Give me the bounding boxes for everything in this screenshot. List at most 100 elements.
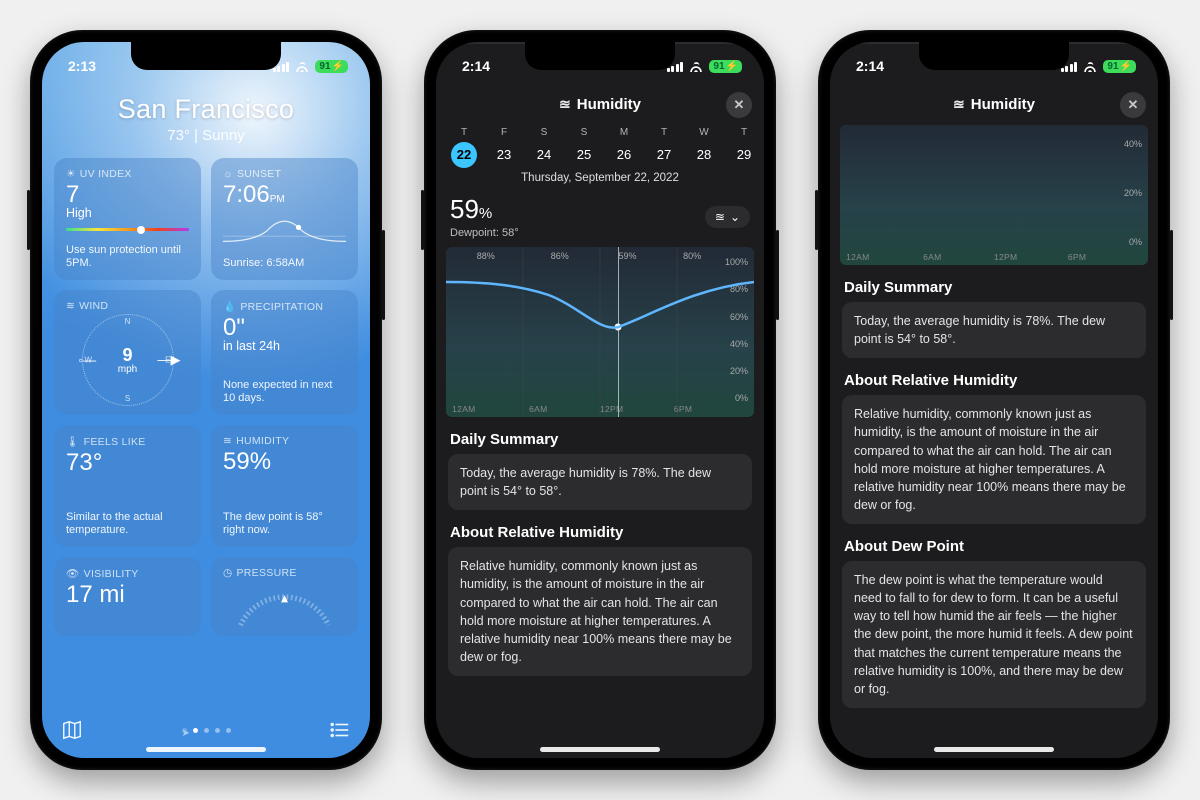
x-tick: 12PM <box>994 252 1017 262</box>
day-column[interactable]: S 24 <box>524 127 564 168</box>
pressure-gauge <box>223 583 346 627</box>
tile-label: HUMIDITY <box>236 435 289 447</box>
list-button[interactable] <box>328 718 352 742</box>
detail-header: ≊ Humidity ✕ <box>830 90 1158 121</box>
location-arrow-icon: ➤ <box>182 728 187 733</box>
day-column[interactable]: T 29 <box>724 127 764 168</box>
detail-header: ≊ Humidity ✕ <box>436 90 764 121</box>
humidity-value: 59% <box>450 194 519 225</box>
close-button[interactable]: ✕ <box>1120 92 1146 118</box>
day-number: 25 <box>571 142 597 168</box>
tile-humidity[interactable]: ≊HUMIDITY 59% The dew point is 58° right… <box>211 425 358 547</box>
day-of-week: T <box>724 127 764 138</box>
tile-label: VISIBILITY <box>84 568 139 580</box>
tile-label: PRESSURE <box>236 567 296 579</box>
about-relative-humidity-panel: Relative humidity, commonly known just a… <box>448 547 752 676</box>
humidity-chart[interactable]: 88% 86% 59% 80% 100% 80% 60% 40% 20% 0% … <box>446 247 754 417</box>
weather-tiles: ☀︎UV INDEX 7 High Use sun protection unt… <box>42 144 370 636</box>
humidity-chart-cropped[interactable]: 40% 20% 0% 12AM 6AM 12PM 6PM <box>840 125 1148 265</box>
day-number: 29 <box>731 142 757 168</box>
day-column[interactable]: F23 <box>484 127 524 168</box>
wind-unit: mph <box>118 364 137 375</box>
tile-visibility[interactable]: 👁 VISIBILITY 17 mi <box>54 557 201 636</box>
wifi-icon <box>688 60 704 72</box>
tile-uv-index[interactable]: ☀︎UV INDEX 7 High Use sun protection unt… <box>54 158 201 280</box>
notch <box>525 42 675 70</box>
sunset-icon: ☼ <box>223 168 233 180</box>
tile-sublabel: High <box>66 206 189 220</box>
tile-label: FEELS LIKE <box>84 436 146 448</box>
day-number: 24 <box>531 142 557 168</box>
screen: 2:13 91⚡ San Francisco 73° | Sunny ☀︎UV … <box>42 42 370 758</box>
day-number: 22 <box>451 142 477 168</box>
page-dots[interactable]: ➤ <box>182 728 231 733</box>
screen: 2:14 91⚡ ≊ Humidity ✕ 40% 20% 0% 12AM 6A… <box>830 42 1158 758</box>
summary-panel: Today, the average humidity is 78%. The … <box>448 454 752 510</box>
tile-value: 17 mi <box>66 582 189 607</box>
section-title-about-rel: About Relative Humidity <box>450 524 750 541</box>
day-number: 26 <box>611 142 637 168</box>
day-column[interactable]: T 27 <box>644 127 684 168</box>
home-indicator[interactable] <box>934 747 1054 752</box>
tile-footer: The dew point is 58° right now. <box>223 511 346 539</box>
day-scroller[interactable]: T 22 F23S 24 S25M 26 T 27 W 28 T 29 <box>436 121 764 170</box>
humidity-icon: ≊ <box>559 96 571 113</box>
wifi-icon <box>294 60 310 72</box>
phone-humidity-detail: 2:14 91⚡ ≊ Humidity ✕ T22F23S24S25M26T27… <box>424 30 776 770</box>
about-dew-point-panel: The dew point is what the temperature wo… <box>842 561 1146 708</box>
tile-label: WIND <box>79 300 108 312</box>
dewpoint-label: Dewpoint: 58° <box>450 227 519 239</box>
wifi-icon <box>1082 60 1098 72</box>
screen: 2:14 91⚡ ≊ Humidity ✕ T22F23S24S25M26T27… <box>436 42 764 758</box>
clock: 2:13 <box>68 58 96 74</box>
home-indicator[interactable] <box>146 747 266 752</box>
metric-picker[interactable]: ≊ ⌄ <box>705 206 750 228</box>
day-column[interactable]: M 26 <box>604 127 644 168</box>
section-title-summary: Daily Summary <box>450 431 750 448</box>
day-of-week: W <box>684 127 724 138</box>
y-tick: 20% <box>1124 188 1142 198</box>
tile-footer: None expected in next 10 days. <box>223 379 346 407</box>
section-title-about-rel: About Relative Humidity <box>844 372 1144 389</box>
clock: 2:14 <box>462 58 490 74</box>
tile-precipitation[interactable]: 💧PRECIPITATION 0" in last 24h None expec… <box>211 290 358 415</box>
tile-sunset[interactable]: ☼SUNSET 7:06PM Sunrise: 6:58AM <box>211 158 358 280</box>
humidity-icon: ≊ <box>715 210 725 224</box>
day-of-week: S <box>524 127 564 138</box>
y-tick: 0% <box>1129 237 1142 247</box>
battery-icon: 91⚡ <box>315 60 348 73</box>
day-number: 27 <box>651 142 677 168</box>
sun-path-chart <box>223 213 346 247</box>
tile-sublabel: in last 24h <box>223 339 346 353</box>
x-tick: 6AM <box>923 252 941 262</box>
tile-value: 0" <box>223 315 346 340</box>
day-of-week: T <box>644 127 684 138</box>
detail-title: Humidity <box>971 96 1035 113</box>
tile-value: 59% <box>223 449 346 474</box>
tile-wind[interactable]: ≋WIND NSEW ◦——▶ 9mph <box>54 290 201 415</box>
clock: 2:14 <box>856 58 884 74</box>
notch <box>919 42 1069 70</box>
tile-footer: Sunrise: 6:58AM <box>223 257 346 271</box>
day-of-week: M <box>604 127 644 138</box>
day-column[interactable]: S25 <box>564 127 604 168</box>
city-name: San Francisco <box>42 94 370 125</box>
map-button[interactable] <box>60 718 84 742</box>
tile-label: PRECIPITATION <box>240 301 323 313</box>
tile-pressure[interactable]: ◷ PRESSURE <box>211 557 358 636</box>
close-button[interactable]: ✕ <box>726 92 752 118</box>
day-number: 28 <box>691 142 717 168</box>
phone-humidity-about: 2:14 91⚡ ≊ Humidity ✕ 40% 20% 0% 12AM 6A… <box>818 30 1170 770</box>
wind-compass: NSEW ◦——▶ 9mph <box>82 314 174 406</box>
bottom-toolbar: ➤ <box>42 718 370 742</box>
gauge-icon: ◷ <box>223 567 232 579</box>
home-indicator[interactable] <box>540 747 660 752</box>
eye-icon: 👁 <box>66 567 80 580</box>
tile-feels-like[interactable]: 🌡FEELS LIKE 73° Similar to the actual te… <box>54 425 201 547</box>
day-of-week: T <box>444 127 484 138</box>
x-tick: 6PM <box>1068 252 1086 262</box>
tile-footer: Use sun protection until 5PM. <box>66 244 189 272</box>
day-column[interactable]: T 22 <box>444 127 484 168</box>
day-column[interactable]: W 28 <box>684 127 724 168</box>
conditions-line: 73° | Sunny <box>42 127 370 144</box>
